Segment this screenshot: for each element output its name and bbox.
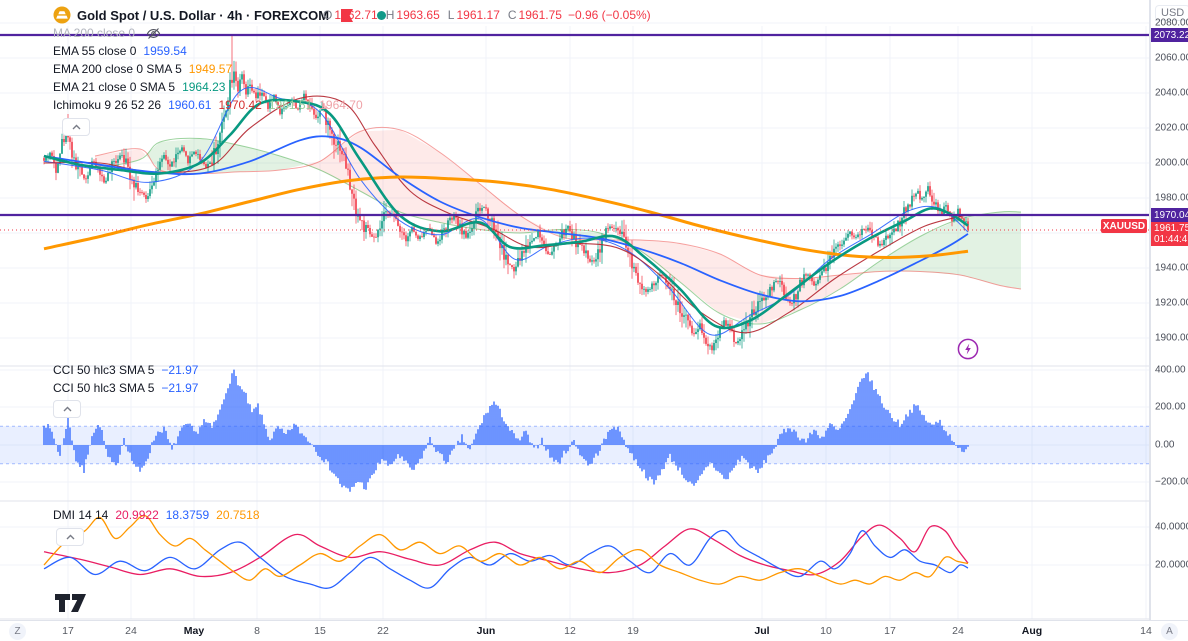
legend-cci2-value: −21.97 xyxy=(161,381,199,395)
axis-time-label: Jul xyxy=(754,625,770,637)
low-label: L xyxy=(447,8,455,22)
legend-ema55-label: EMA 55 close 0 xyxy=(53,44,137,58)
high-label: H xyxy=(385,8,395,22)
open-label: O xyxy=(323,8,333,22)
axis-time-label: 17 xyxy=(884,625,896,637)
legend-plusdi-value: 18.3759 xyxy=(165,508,210,522)
legend-ema55-value: 1959.54 xyxy=(143,44,187,58)
symbol-price-badge[interactable]: XAUUSD xyxy=(1101,219,1147,233)
legend-cci1-value: −21.97 xyxy=(161,363,199,377)
axis-price-label: 2060.00 xyxy=(1155,52,1188,64)
level-badge-1970: 1970.04 xyxy=(1151,208,1188,222)
axis-price-label: 1940.00 xyxy=(1155,262,1188,274)
legend-dmi[interactable]: DMI 14 14 20.9922 18.3759 20.7518 xyxy=(53,508,260,522)
time-axis[interactable]: 17 24 May 8 15 22 Jun 12 19 Jul 10 17 24 Aug 14 xyxy=(0,620,1188,641)
symbol-title[interactable]: Gold Spot / U.S. Dollar · 4h · FOREXCOM xyxy=(77,8,329,23)
axis-price-label: 1980.00 xyxy=(1155,192,1188,204)
axis-price-label: 2000.00 xyxy=(1155,157,1188,169)
dmi-pane-collapse-button[interactable] xyxy=(56,528,84,546)
axis-price-label: −200.00 xyxy=(1155,476,1188,488)
axis-time-label: 19 xyxy=(627,625,639,637)
axis-time-label: 24 xyxy=(952,625,964,637)
legend-ma200-label: MA 200 close 0 xyxy=(53,26,136,40)
axis-time-label: 17 xyxy=(62,625,74,637)
legend-ichimoku[interactable]: Ichimoku 9 26 52 26 1960.61 1970.42 1961… xyxy=(53,98,363,112)
axis-price-label: 2040.00 xyxy=(1155,87,1188,99)
close-value: 1961.75 xyxy=(518,8,562,22)
legend-kijun-value: 1970.42 xyxy=(218,98,262,112)
level-badge-2073: 2073.22 xyxy=(1151,28,1188,42)
axis-time-label: May xyxy=(183,625,205,637)
legend-cci-1[interactable]: CCI 50 hlc3 SMA 5 −21.97 xyxy=(53,363,198,377)
legend-minusdi-value: 20.7518 xyxy=(216,508,260,522)
axis-time-label: 14 xyxy=(1140,625,1152,637)
legend-cci1-label: CCI 50 hlc3 SMA 5 xyxy=(53,363,155,377)
tradingview-chart-window: Gold Spot / U.S. Dollar · 4h · FOREXCOM … xyxy=(0,0,1188,641)
last-price-value: 1961.75 xyxy=(1154,223,1188,234)
legend-senkoub-value: 1964.70 xyxy=(319,98,363,112)
legend-dmi-label: DMI 14 14 xyxy=(53,508,109,522)
legend-ma200[interactable]: MA 200 close 0 xyxy=(53,26,161,40)
axis-price-label: 0.00 xyxy=(1155,439,1175,451)
legend-ichimoku-label: Ichimoku 9 26 52 26 xyxy=(53,98,162,112)
eye-slash-icon[interactable] xyxy=(146,27,161,40)
axis-price-label: 2020.00 xyxy=(1155,122,1188,134)
legend-ema200[interactable]: EMA 200 close 0 SMA 5 1949.57 xyxy=(53,62,232,76)
legend-adx-value: 20.9922 xyxy=(115,508,159,522)
lightning-bolt-icon xyxy=(957,338,979,360)
legend-cci2-label: CCI 50 hlc3 SMA 5 xyxy=(53,381,155,395)
lightning-alert-button[interactable] xyxy=(957,338,979,360)
chevron-up-icon xyxy=(63,406,71,412)
axis-price-label: 2080.00 xyxy=(1155,17,1188,29)
legend-ema21-value: 1964.23 xyxy=(182,80,226,94)
axis-price-label: 1920.00 xyxy=(1155,297,1188,309)
legend-tenkan-value: 1960.61 xyxy=(168,98,212,112)
axis-time-label: 8 xyxy=(254,625,260,637)
high-value: 1963.65 xyxy=(396,8,440,22)
axis-time-label: 10 xyxy=(820,625,832,637)
ohlc-readout: O 1962.71 H 1963.65 L 1961.17 C 1961.75 … xyxy=(317,8,651,22)
axis-price-label: 1900.00 xyxy=(1155,332,1188,344)
axis-time-label: 22 xyxy=(377,625,389,637)
zoom-out-button[interactable]: Z xyxy=(9,623,26,640)
legend-cci-2[interactable]: CCI 50 hlc3 SMA 5 −21.97 xyxy=(53,381,198,395)
axis-time-label: 15 xyxy=(314,625,326,637)
open-value: 1962.71 xyxy=(334,8,378,22)
change-value: −0.96 (−0.05%) xyxy=(567,8,651,22)
chevron-up-icon xyxy=(72,124,80,130)
cci-pane-collapse-button[interactable] xyxy=(53,400,81,418)
axis-time-label: 12 xyxy=(564,625,576,637)
tradingview-logo[interactable] xyxy=(55,593,97,618)
zoom-out-label: Z xyxy=(14,626,21,637)
low-value: 1961.17 xyxy=(456,8,500,22)
auto-scale-label: A xyxy=(1166,626,1173,637)
symbol-logo-icon[interactable] xyxy=(53,6,71,24)
close-label: C xyxy=(507,8,517,22)
legend-senkoua-value: 1961.51 xyxy=(268,98,313,112)
legend-ema21-label: EMA 21 close 0 SMA 5 xyxy=(53,80,176,94)
main-pane-collapse-button[interactable] xyxy=(62,118,90,136)
axis-price-label: 200.00 xyxy=(1155,401,1186,413)
legend-ema200-value: 1949.57 xyxy=(188,62,233,76)
legend-ema21[interactable]: EMA 21 close 0 SMA 5 1964.23 xyxy=(53,80,225,94)
axis-time-label: Jun xyxy=(476,625,496,637)
axis-time-label: Aug xyxy=(1021,625,1043,637)
legend-ema200-label: EMA 200 close 0 SMA 5 xyxy=(53,62,182,76)
axis-price-label: 20.0000 xyxy=(1155,559,1188,571)
bar-countdown: 01:44:4 xyxy=(1154,234,1188,245)
auto-scale-button[interactable]: A xyxy=(1161,623,1178,640)
legend-ema55[interactable]: EMA 55 close 0 1959.54 xyxy=(53,44,187,58)
last-price-badge: 1961.75 01:44:4 xyxy=(1151,222,1188,246)
chart-canvas[interactable] xyxy=(0,0,1188,641)
price-axis[interactable]: USD 2073.22 1970.04 1961.75 01:44:4 2080… xyxy=(1150,0,1188,641)
axis-time-label: 24 xyxy=(125,625,137,637)
axis-price-label: 400.00 xyxy=(1155,364,1186,376)
axis-price-label: 40.0000 xyxy=(1155,521,1188,533)
chevron-up-icon xyxy=(66,534,74,540)
